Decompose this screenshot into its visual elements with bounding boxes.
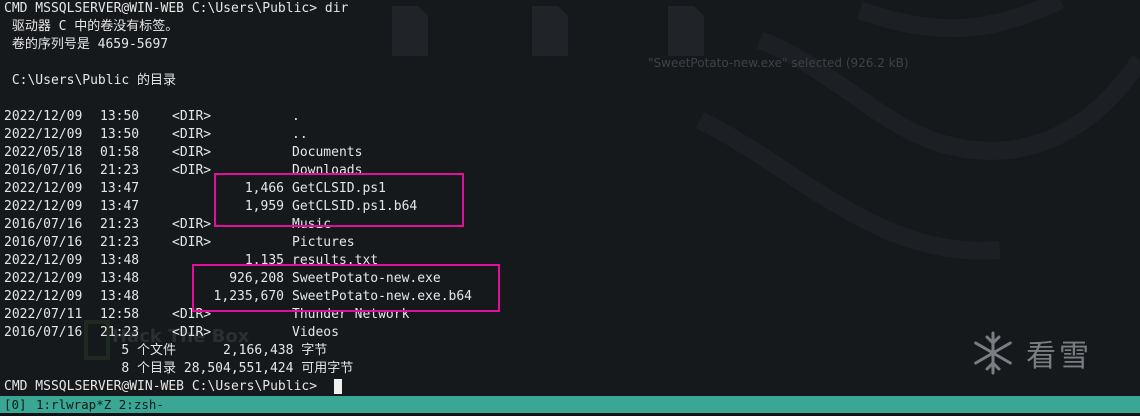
listing-row: 2022/12/09 13:50 <DIR>. [4,108,704,126]
listing-date: 2022/05/18 [4,145,83,160]
listing-time: 13:48 [100,271,140,286]
listing-date: 2022/12/09 [4,253,83,268]
command-line: CMD MSSQLSERVER@WIN-WEB C:\Users\Public>… [4,1,349,16]
listing-date: 2016/07/16 [4,235,83,250]
listing-row: 2022/05/18 01:58 <DIR> Documents [4,144,704,162]
volume-label-line: 驱动器 C 中的卷没有标签。 [4,19,179,34]
tmux-window-list[interactable]: 1:rlwrap*Z 2:zsh- [36,396,164,413]
listing-time: 21:23 [100,235,140,250]
listing-time: 21:23 [100,325,140,340]
listing-time: 13:48 [100,289,140,304]
volume-serial-line: 卷的序列号是 4659-5697 [4,37,169,52]
listing-date: 2022/12/09 [4,127,83,142]
tmux-status-bar: [0] 1:rlwrap*Z 2:zsh- [0,396,1140,413]
snowflake-icon [974,331,1012,375]
listing-time: 01:58 [100,145,140,160]
listing-name: Pictures [292,235,355,250]
listing-name: Videos [292,325,339,340]
watermark: 看雪 [970,330,1092,376]
summary-dirs-line: 8 个目录 28,504,551,424 可用字节 [4,361,354,376]
listing-row: 2016/07/16 21:23 <DIR> Videos [4,324,704,342]
text-cursor [334,379,342,394]
listing-date: 2022/12/09 [4,109,83,124]
summary-files-line: 5 个文件 2,166,438 字节 [4,343,328,358]
listing-name: .. [292,127,308,142]
listing-date: 2022/12/09 [4,199,83,214]
listing-time: 13:50 [100,109,140,124]
listing-date: 2016/07/16 [4,163,83,178]
listing-time: 21:23 [100,163,140,178]
tmux-session-name: [0] [4,397,27,412]
watermark-text: 看雪 [1026,339,1092,374]
prompt-line[interactable]: CMD MSSQLSERVER@WIN-WEB C:\Users\Public> [4,378,325,396]
directory-heading: C:\Users\Public 的目录 [4,73,177,88]
listing-row: 2016/07/16 21:23 <DIR> Pictures [4,234,704,252]
listing-time: 13:47 [100,199,140,214]
listing-name: Documents [292,145,363,160]
listing-time: 13:47 [100,181,140,196]
listing-date: 2022/12/09 [4,271,83,286]
listing-time: 13:48 [100,253,140,268]
listing-name: . [292,109,300,124]
terminal-window[interactable]: CMD MSSQLSERVER@WIN-WEB C:\Users\Public>… [4,0,1134,396]
listing-date: 2022/07/11 [4,307,83,322]
listing-time: 13:50 [100,127,140,142]
listing-date: 2022/12/09 [4,289,83,304]
highlight-box-getclsid [214,173,464,227]
listing-date: 2016/07/16 [4,325,83,340]
listing-row: 2022/12/09 13:50 <DIR>.. [4,126,704,144]
listing-time: 21:23 [100,217,140,232]
listing-date: 2016/07/16 [4,217,83,232]
highlight-box-sweetpotato [192,264,500,312]
listing-date: 2022/12/09 [4,181,83,196]
listing-time: 12:58 [100,307,140,322]
